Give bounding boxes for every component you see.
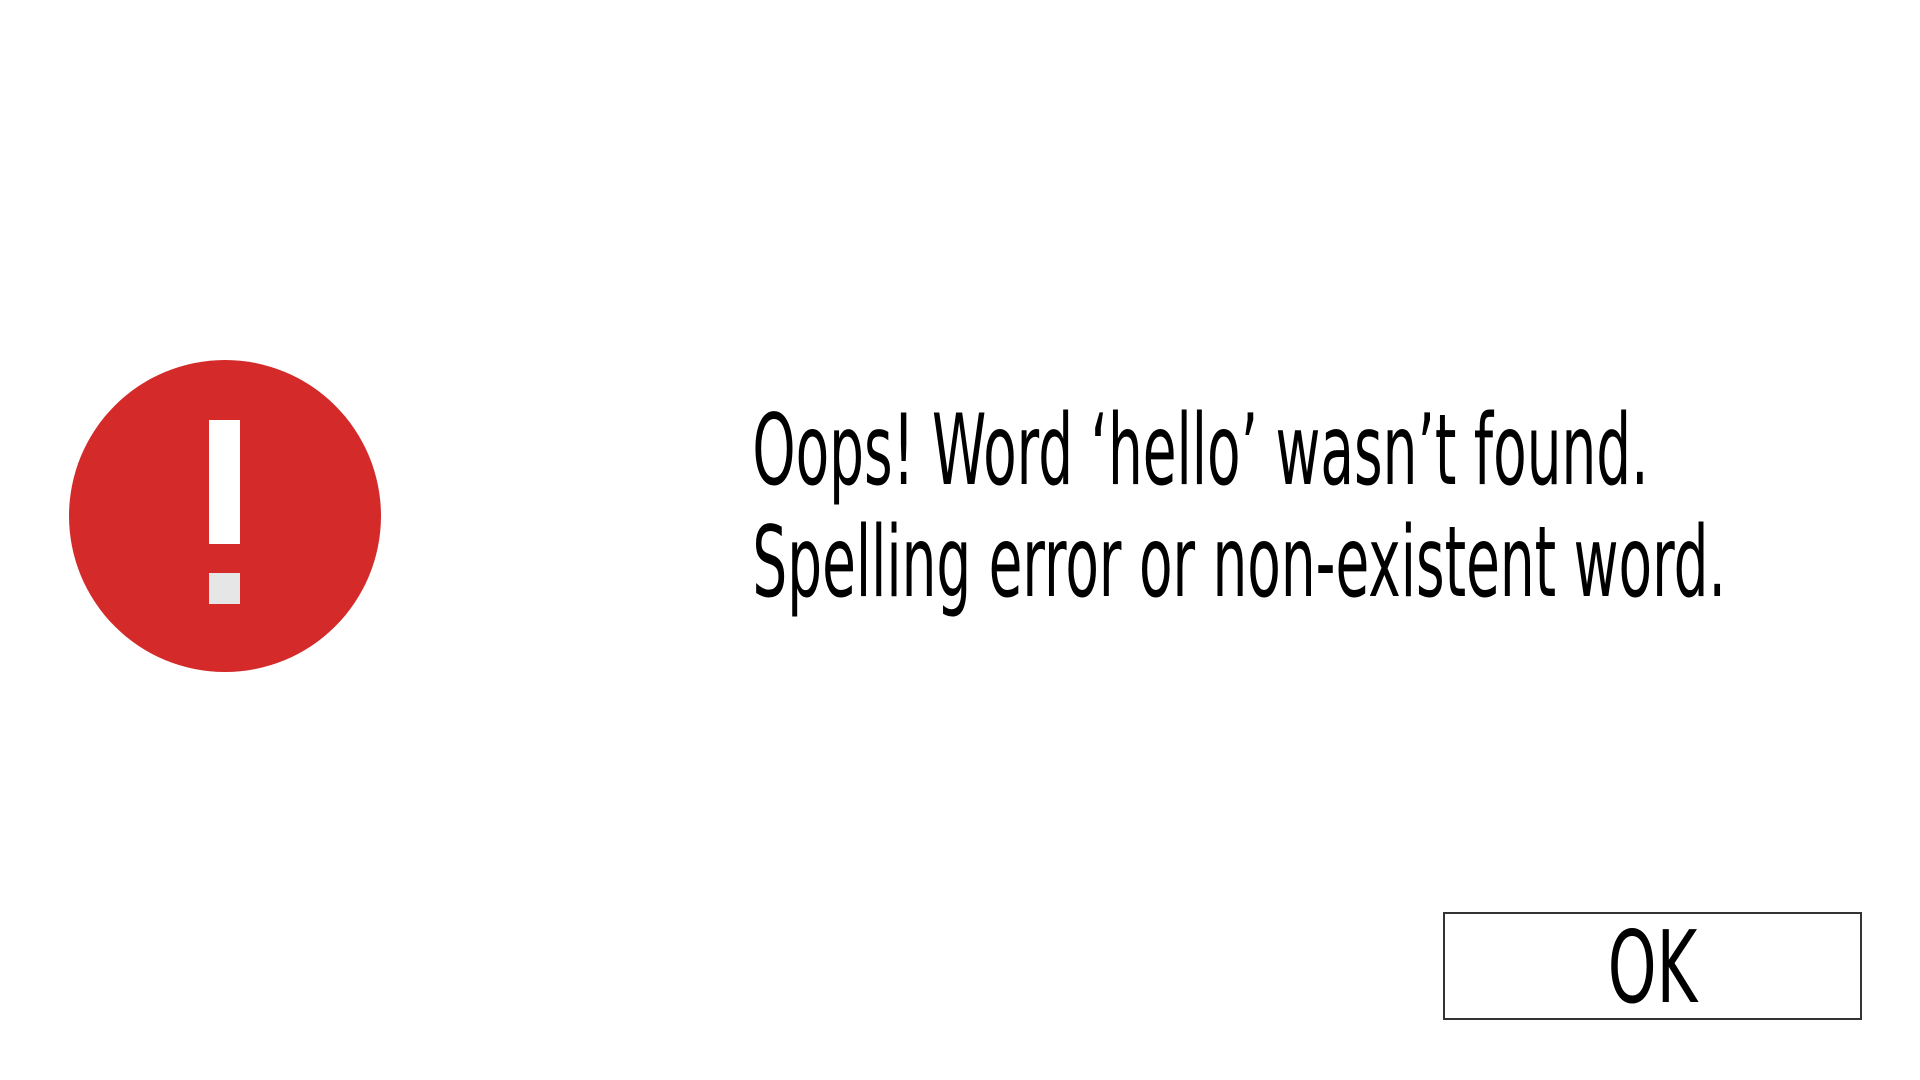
ok-button[interactable]: OK <box>1443 912 1862 1020</box>
exclamation-alert-icon <box>69 360 381 672</box>
error-message: Oops! Word ‘hello’ wasn’t found. Spellin… <box>752 394 1726 620</box>
error-message-line-2: Spelling error or non-existent word. <box>752 506 1726 620</box>
error-dialog: Oops! Word ‘hello’ wasn’t found. Spellin… <box>0 0 1920 1080</box>
exclamation-bar <box>209 420 240 544</box>
ok-button-label: OK <box>1607 912 1698 1020</box>
exclamation-dot <box>209 573 240 604</box>
error-message-line-1: Oops! Word ‘hello’ wasn’t found. <box>752 394 1649 508</box>
